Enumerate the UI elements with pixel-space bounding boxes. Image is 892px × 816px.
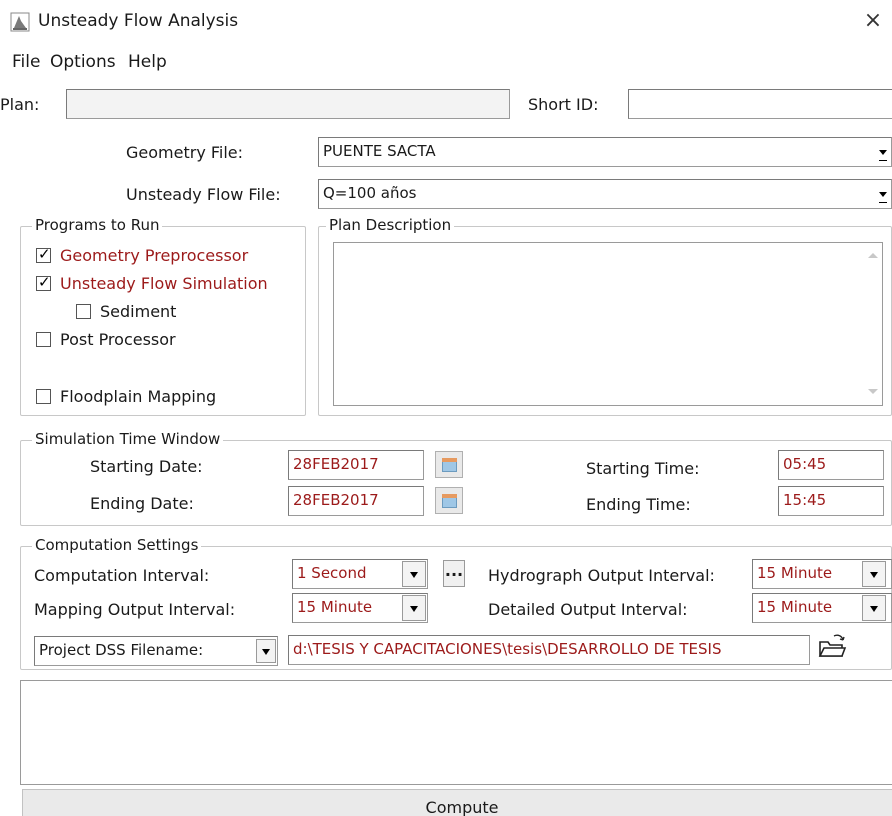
ending-date-input[interactable]: 28FEB2017: [288, 486, 424, 516]
geometry-preprocessor-checkbox[interactable]: [36, 245, 51, 263]
starting-time-label: Starting Time:: [586, 459, 700, 478]
short-id-label: Short ID:: [528, 95, 599, 114]
chevron-down-icon[interactable]: [402, 561, 426, 587]
geometry-file-value: PUENTE SACTA: [323, 142, 436, 160]
dss-filename-type-value: Project DSS Filename:: [39, 641, 204, 659]
chevron-down-icon[interactable]: [862, 561, 886, 587]
mapping-output-interval-label: Mapping Output Interval:: [34, 600, 236, 619]
open-folder-icon[interactable]: [814, 632, 848, 662]
starting-date-input[interactable]: 28FEB2017: [288, 450, 424, 480]
calendar-icon: [442, 494, 457, 508]
ending-date-calendar-button[interactable]: [435, 487, 463, 514]
title-bar: Unsteady Flow Analysis ×: [0, 0, 892, 42]
menu-options[interactable]: Options: [50, 52, 116, 72]
plan-input[interactable]: [66, 89, 510, 119]
sediment-option[interactable]: Sediment: [76, 302, 176, 321]
dss-filename-type-select[interactable]: Project DSS Filename:: [34, 636, 278, 666]
plan-label: Plan:: [0, 95, 40, 114]
computation-interval-value: 1 Second: [297, 564, 367, 582]
plan-description-title: Plan Description: [326, 216, 455, 234]
chevron-down-icon[interactable]: [875, 180, 891, 208]
hec-ras-app-icon: [10, 12, 30, 32]
short-id-input[interactable]: [628, 89, 892, 119]
sediment-checkbox[interactable]: [76, 304, 91, 319]
computation-settings-title: Computation Settings: [32, 536, 202, 554]
geometry-preprocessor-option[interactable]: Geometry Preprocessor: [36, 245, 249, 265]
ending-time-label: Ending Time:: [586, 495, 691, 514]
unsteady-flow-simulation-checkbox[interactable]: [36, 273, 51, 291]
geometry-file-label: Geometry File:: [126, 143, 244, 162]
detailed-output-interval-label: Detailed Output Interval:: [488, 600, 688, 619]
floodplain-mapping-option[interactable]: Floodplain Mapping: [36, 387, 216, 406]
starting-date-label: Starting Date:: [90, 457, 203, 476]
hydrograph-output-interval-value: 15 Minute: [757, 564, 833, 582]
chevron-down-icon[interactable]: [256, 639, 276, 663]
ending-date-label: Ending Date:: [90, 494, 194, 513]
scroll-down-icon[interactable]: [868, 387, 878, 397]
programs-to-run-title: Programs to Run: [32, 216, 163, 234]
scroll-up-icon[interactable]: [868, 251, 878, 261]
unsteady-flow-simulation-option[interactable]: Unsteady Flow Simulation: [36, 273, 268, 293]
hydrograph-output-interval-label: Hydrograph Output Interval:: [488, 566, 715, 585]
menu-help[interactable]: Help: [128, 52, 167, 72]
computation-interval-label: Computation Interval:: [34, 566, 210, 585]
post-processor-option[interactable]: Post Processor: [36, 330, 176, 349]
dss-filename-input[interactable]: d:\TESIS Y CAPACITACIONES\tesis\DESARROL…: [288, 635, 810, 665]
post-processor-checkbox[interactable]: [36, 332, 51, 347]
computation-options-button[interactable]: ...: [443, 560, 465, 587]
chevron-down-icon[interactable]: [862, 595, 886, 621]
post-processor-label: Post Processor: [60, 330, 176, 349]
window-title: Unsteady Flow Analysis: [38, 11, 239, 31]
unsteady-flow-simulation-label: Unsteady Flow Simulation: [60, 274, 268, 293]
floodplain-mapping-checkbox[interactable]: [36, 389, 51, 404]
message-area: [20, 680, 892, 785]
detailed-output-interval-value: 15 Minute: [757, 598, 833, 616]
unsteady-flow-file-label: Unsteady Flow File:: [126, 185, 281, 204]
starting-date-calendar-button[interactable]: [435, 451, 463, 478]
plan-description-textarea[interactable]: [333, 242, 883, 406]
calendar-icon: [442, 458, 457, 472]
chevron-down-icon[interactable]: [875, 138, 891, 166]
menu-file[interactable]: File: [12, 52, 40, 72]
ending-time-input[interactable]: 15:45: [778, 486, 884, 516]
close-icon[interactable]: ×: [856, 6, 890, 36]
starting-time-input[interactable]: 05:45: [778, 450, 884, 480]
mapping-output-interval-value: 15 Minute: [297, 598, 373, 616]
simulation-time-window-title: Simulation Time Window: [32, 430, 224, 448]
geometry-file-select[interactable]: PUENTE SACTA: [318, 137, 892, 167]
geometry-preprocessor-label: Geometry Preprocessor: [60, 246, 249, 265]
floodplain-mapping-label: Floodplain Mapping: [60, 387, 217, 406]
compute-button[interactable]: Compute: [22, 789, 892, 816]
chevron-down-icon[interactable]: [402, 595, 426, 621]
unsteady-flow-file-value: Q=100 años: [323, 184, 417, 202]
unsteady-flow-file-select[interactable]: Q=100 años: [318, 179, 892, 209]
sediment-label: Sediment: [100, 302, 177, 321]
